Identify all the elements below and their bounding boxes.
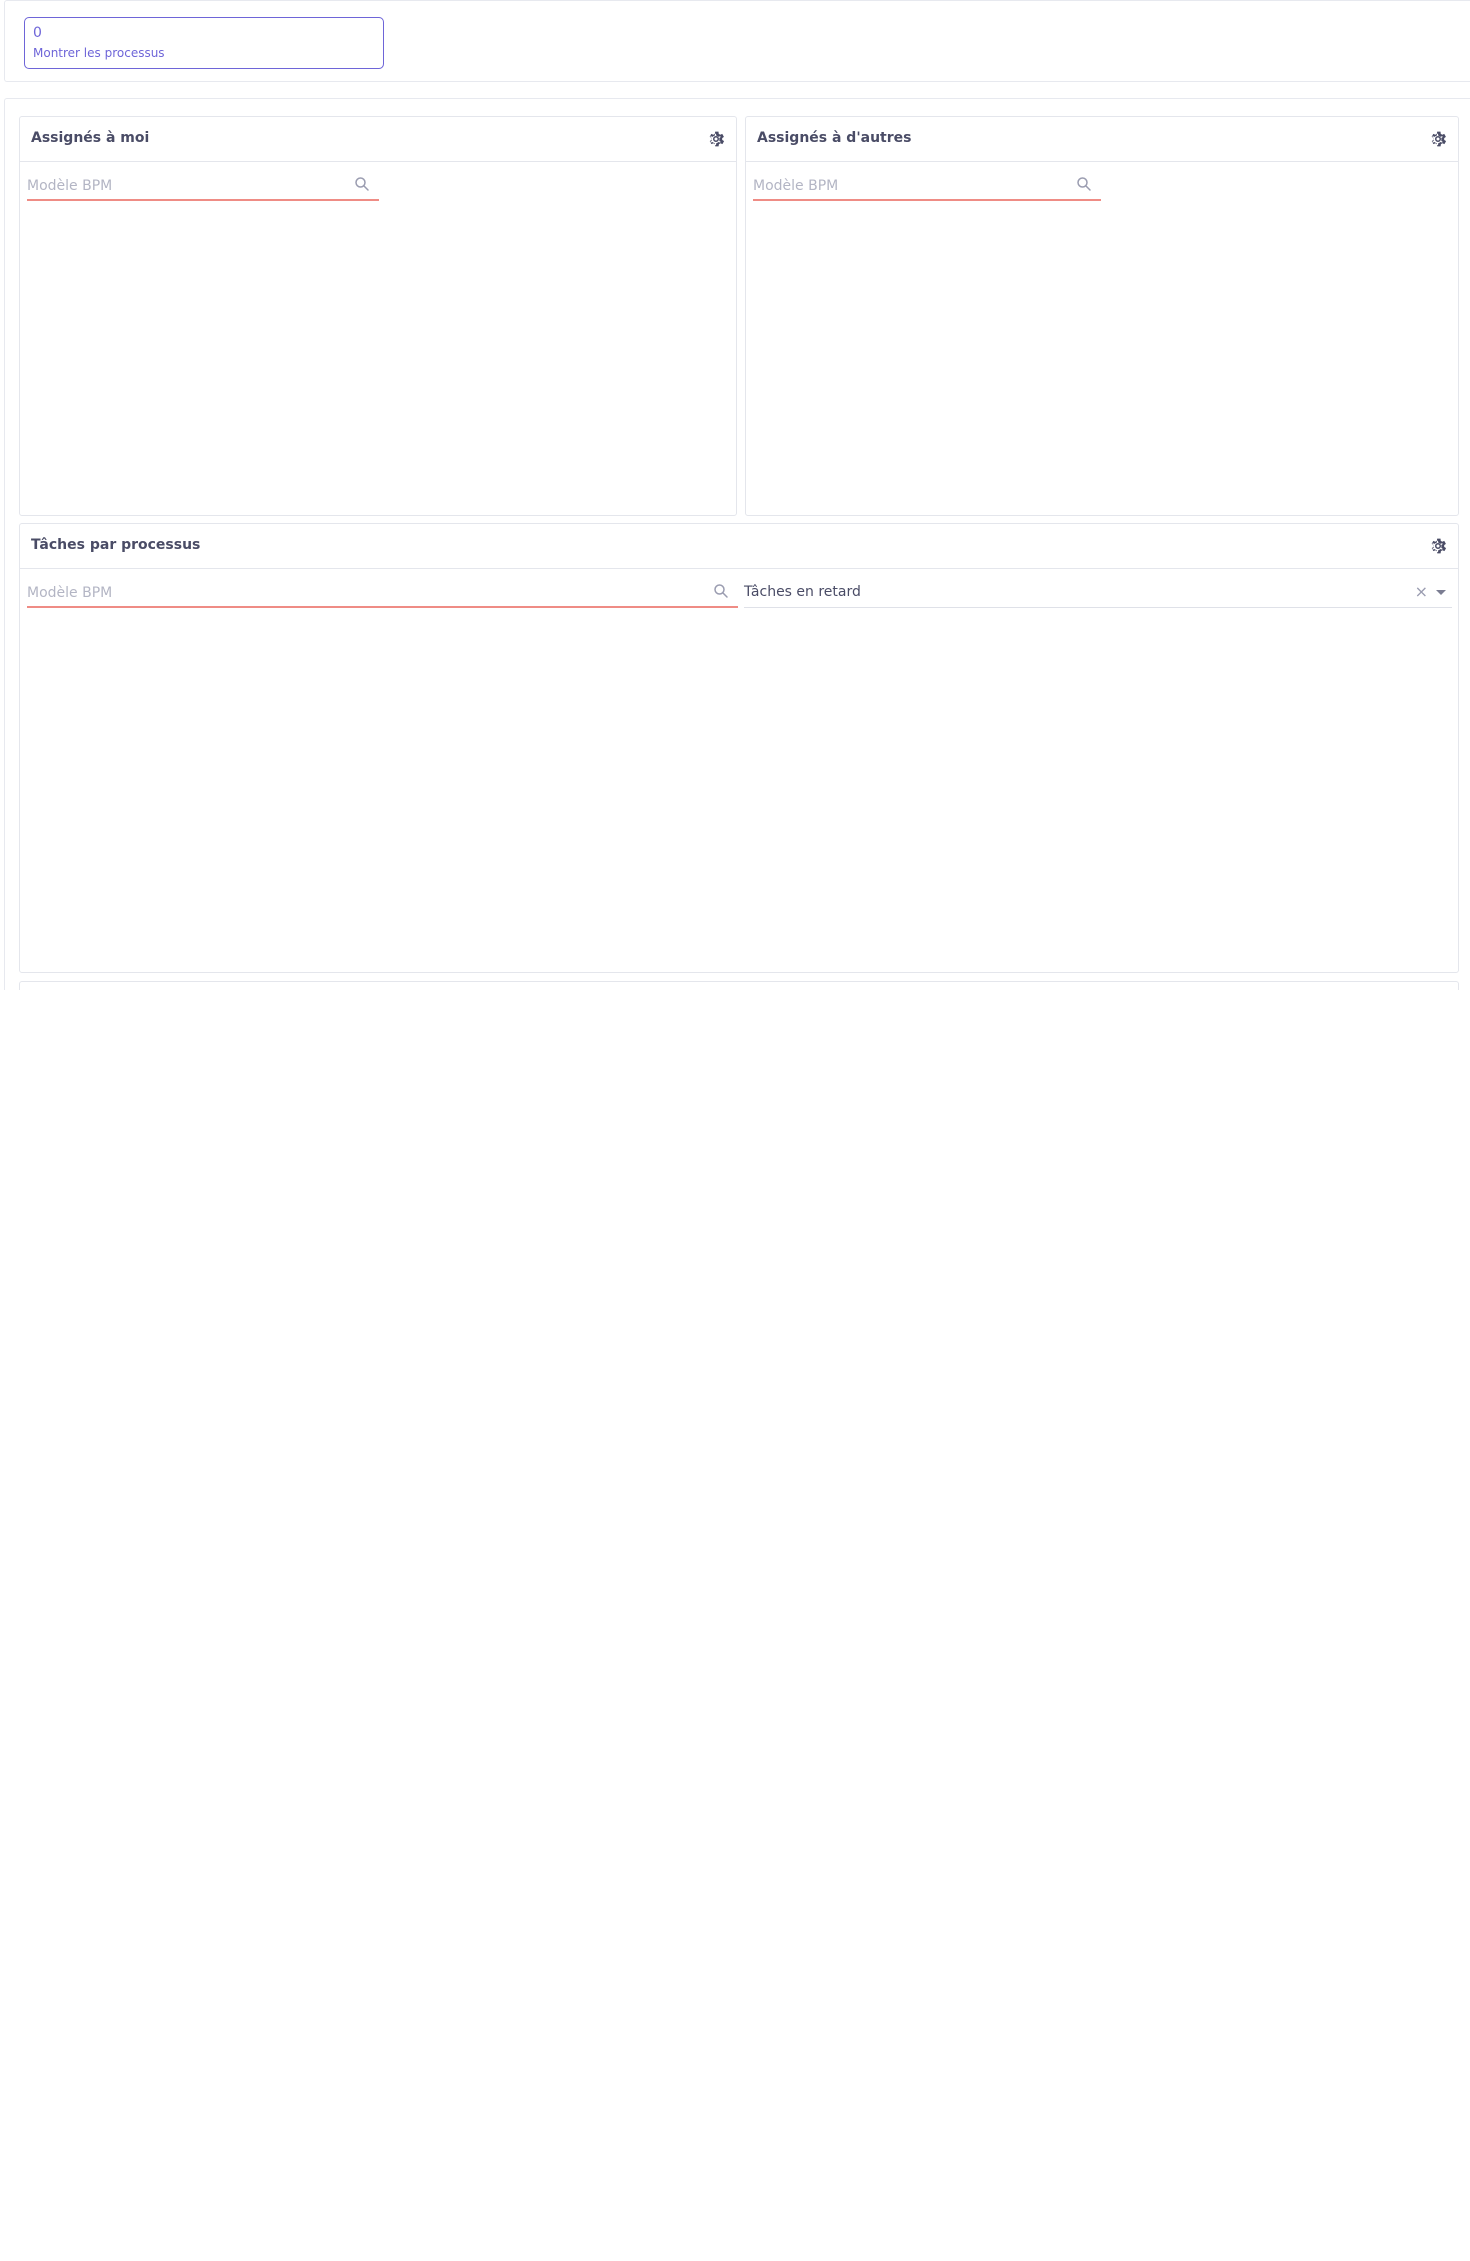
process-count: 0 <box>33 25 42 41</box>
search-icon[interactable] <box>1075 175 1093 193</box>
dashboard: Assignés à moi Assignés à d'autres <box>4 98 1470 990</box>
chevron-down-icon[interactable] <box>1436 590 1446 595</box>
search-input[interactable] <box>27 175 349 197</box>
bpm-model-search-field <box>27 171 379 201</box>
bpm-model-search-field <box>753 171 1101 201</box>
assigned-to-others-widget: Assignés à d'autres <box>745 116 1459 516</box>
page: 0 Montrer les processus Assignés à moi M… <box>0 0 1470 2261</box>
show-processes-card[interactable]: 0 Montrer les processus <box>24 17 384 69</box>
task-filter-value: Tâches en retard <box>744 584 861 600</box>
search-icon[interactable] <box>353 175 371 193</box>
gear-icon[interactable] <box>1428 129 1448 149</box>
bpm-model-search-field <box>27 578 738 608</box>
show-processes-label: Montrer les processus <box>33 46 165 60</box>
widget-header: Assignés à moi <box>20 117 736 162</box>
tasks-by-process-widget: Tâches par processus Tâches en retard × <box>19 523 1459 973</box>
widget-title: Tâches par processus <box>31 537 201 553</box>
task-filter-select[interactable]: Tâches en retard × <box>744 578 1452 608</box>
widget-title: Assignés à d'autres <box>757 130 912 146</box>
search-icon[interactable] <box>712 582 730 600</box>
search-input[interactable] <box>753 175 1071 197</box>
widget-title: Assignés à moi <box>31 130 150 146</box>
next-widget <box>19 981 1459 990</box>
summary-strip: 0 Montrer les processus <box>4 0 1470 82</box>
gear-icon[interactable] <box>1428 536 1448 556</box>
close-icon[interactable]: × <box>1415 583 1428 601</box>
assigned-to-me-widget: Assignés à moi <box>19 116 737 516</box>
gear-icon[interactable] <box>706 129 726 149</box>
widget-header: Assignés à d'autres <box>746 117 1458 162</box>
widget-header: Tâches par processus <box>20 524 1458 569</box>
search-input[interactable] <box>27 582 708 604</box>
